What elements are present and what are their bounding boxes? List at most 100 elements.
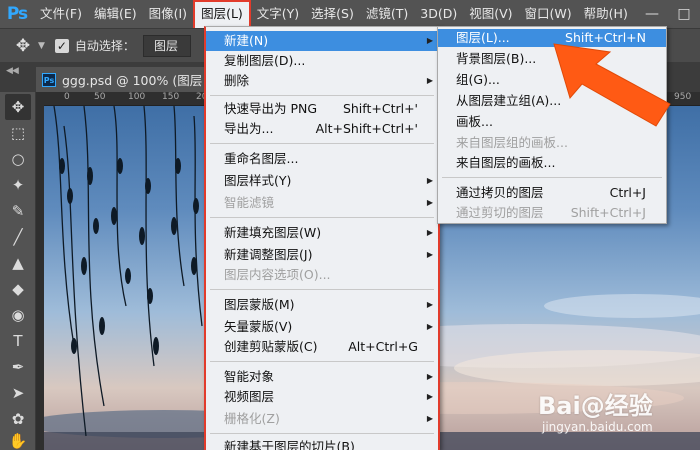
photoshop-logo: Ps [6,4,28,24]
menu-item-layer-via-copy[interactable]: 通过拷贝的图层 Ctrl+J [438,183,666,203]
menu-item-label: 画板... [456,114,493,129]
menu-select[interactable]: 选择(S) [305,0,360,28]
menu-item-quick-export-png[interactable]: 快速导出为 PNG Shift+Ctrl+' [206,99,438,119]
submenu-arrow-icon: ▶ [426,198,433,207]
menu-item-label: 快速导出为 PNG [224,101,318,116]
menu-item-new[interactable]: 新建(N) ▶ [206,31,438,51]
menu-item-label: 图层内容选项(O)... [224,267,331,282]
pen-tool-icon[interactable]: ✒ [5,354,31,380]
menu-edit[interactable]: 编辑(E) [88,0,143,28]
menu-item-duplicate-layer[interactable]: 复制图层(D)... [206,51,438,71]
ruler-label: 0 [64,92,70,102]
maximize-button[interactable]: □ [668,0,700,28]
menu-item-label: 新建(N) [224,33,269,48]
menu-item-label: 智能对象 [224,369,275,384]
menu-item-label: 新建基于图层的切片(B) [224,439,355,450]
menu-item-layer-style[interactable]: 图层样式(Y) ▶ [206,171,438,191]
menu-item-shortcut: Alt+Shift+Ctrl+' [315,121,418,136]
baidu-watermark: Bai@经验 jingyan.baidu.com [538,380,688,440]
path-select-tool-icon[interactable]: ➤ [5,380,31,406]
menu-item-label: 新建调整图层(J) [224,247,313,262]
menu-item-artboard-from-group: 来自图层组的画板... [438,133,666,153]
menu-item-artboard-from-layers[interactable]: 来自图层的画板... [438,153,666,173]
document-tab[interactable]: Ps ggg.psd @ 100% (图层 3, [36,67,225,92]
menu-item-shortcut: Shift+Ctrl+' [342,101,418,116]
menu-item-smart-object[interactable]: 智能对象 ▶ [206,367,438,387]
menu-item-label: 删除 [224,73,250,88]
menu-item-label: 复制图层(D)... [224,53,306,68]
menu-layer[interactable]: 图层(L) [193,0,251,28]
menu-type[interactable]: 文字(Y) [251,0,305,28]
menu-item-layer-via-cut: 通过剪切的图层 Shift+Ctrl+J [438,203,666,223]
submenu-arrow-icon: ▶ [426,250,433,259]
submenu-arrow-icon: ▶ [426,36,433,45]
hand-tool-icon[interactable]: ✋ [5,428,31,450]
menu-view[interactable]: 视图(V) [463,0,518,28]
auto-select-checkbox[interactable]: ✓ [54,38,69,53]
menu-item-label: 组(G)... [456,72,500,87]
menu-item-vector-mask[interactable]: 矢量蒙版(V) ▶ [206,317,438,337]
menu-item-label: 矢量蒙版(V) [224,319,293,334]
minimize-button[interactable]: — [636,0,668,28]
watermark-url: jingyan.baidu.com [542,420,653,434]
menu-item-label: 图层样式(Y) [224,173,292,188]
layer-menu-dropdown: 新建(N) ▶ 复制图层(D)... 删除 ▶ 快速导出为 PNG Shift+Ctr… [204,26,440,450]
menu-3d[interactable]: 3D(D) [414,0,463,28]
menu-file[interactable]: 文件(F) [34,0,88,28]
ruler-label: 50 [94,92,106,102]
brush-tool-icon[interactable]: ╱ [5,224,31,250]
menu-item-layer-mask[interactable]: 图层蒙版(M) ▶ [206,295,438,315]
type-tool-icon[interactable]: T [5,328,31,354]
submenu-arrow-icon: ▶ [426,300,433,309]
menu-item-create-clipping-mask[interactable]: 创建剪贴蒙版(C) Alt+Ctrl+G [206,337,438,357]
menu-item-label: 来自图层组的画板... [456,135,568,150]
gradient-tool-icon[interactable]: ◉ [5,302,31,328]
menu-separator [210,433,434,434]
menu-separator [210,289,434,290]
eraser-tool-icon[interactable]: ◆ [5,276,31,302]
move-tool-icon[interactable]: ✥ [5,94,31,120]
marquee-tool-icon[interactable]: ⬚ [5,120,31,146]
menu-item-new-layer-based-slice[interactable]: 新建基于图层的切片(B) [206,437,438,450]
stamp-tool-icon[interactable]: ▲ [5,250,31,276]
menu-item-video-layer[interactable]: 视频图层 ▶ [206,387,438,407]
chevron-down-icon[interactable]: ▼ [38,41,45,51]
submenu-arrow-icon: ▶ [426,76,433,85]
menu-item-new-fill-layer[interactable]: 新建填充图层(W) ▶ [206,223,438,243]
menu-filter[interactable]: 滤镜(T) [360,0,414,28]
menu-window[interactable]: 窗口(W) [519,0,578,28]
menu-separator [210,95,434,96]
move-icon[interactable]: ✥ [8,36,38,56]
collapse-icon[interactable]: ◀◀ [6,66,19,76]
menu-item-label: 背景图层(B)... [456,51,537,66]
vertical-ruler [36,92,44,450]
magic-wand-tool-icon[interactable]: ✦ [5,172,31,198]
menu-help[interactable]: 帮助(H) [578,0,634,28]
submenu-arrow-icon: ▶ [426,372,433,381]
submenu-arrow-icon: ▶ [426,414,433,423]
menu-item-label: 通过剪切的图层 [456,205,544,220]
menu-item-label: 智能滤镜 [224,195,275,210]
menu-item-smart-filter: 智能滤镜 ▶ [206,193,438,213]
menu-item-rasterize: 栅格化(Z) ▶ [206,409,438,429]
watermark-brand: Bai@经验 [538,392,653,420]
menu-item-export-as[interactable]: 导出为... Alt+Shift+Ctrl+' [206,119,438,139]
menu-item-rename-layer[interactable]: 重命名图层... [206,149,438,169]
menu-item-label: 来自图层的画板... [456,155,556,170]
menu-item-new-adjustment-layer[interactable]: 新建调整图层(J) ▶ [206,245,438,265]
menu-image[interactable]: 图像(I) [143,0,193,28]
ruler-label: 100 [128,92,146,102]
menu-item-delete[interactable]: 删除 ▶ [206,71,438,91]
menu-item-shortcut: Shift+Ctrl+J [570,205,646,220]
submenu-arrow-icon: ▶ [426,322,433,331]
lasso-tool-icon[interactable]: ○ [5,146,31,172]
menu-separator [442,177,662,178]
auto-select-dropdown[interactable]: 图层 [142,34,191,57]
menu-item-label: 图层(L)... [456,30,510,45]
tools-panel: ✥ ⬚ ○ ✦ ✎ ╱ ▲ ◆ ◉ T ✒ ➤ ✿ ✋ [0,92,36,450]
menu-item-label: 视频图层 [224,389,275,404]
menu-separator [210,361,434,362]
menu-item-label: 通过拷贝的图层 [456,185,544,200]
menu-item-label: 图层蒙版(M) [224,297,295,312]
eyedropper-tool-icon[interactable]: ✎ [5,198,31,224]
